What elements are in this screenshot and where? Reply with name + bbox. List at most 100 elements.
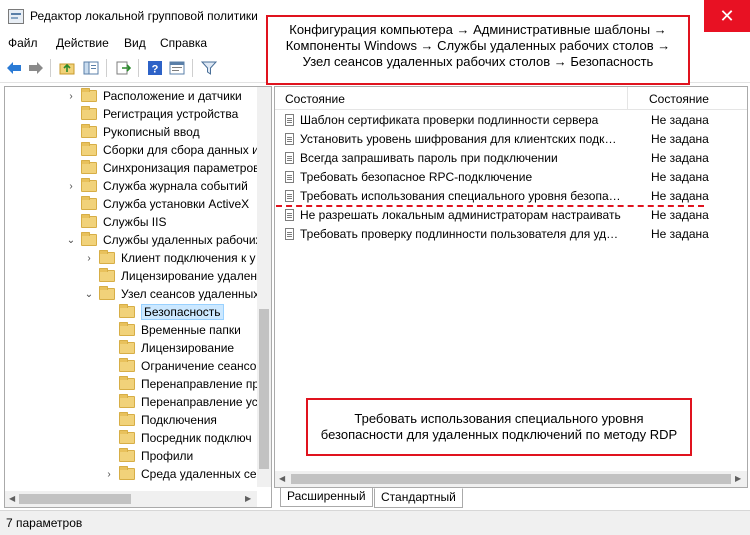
tree-item[interactable]: Службы IIS — [65, 213, 166, 231]
close-button[interactable]: ✕ — [704, 0, 750, 32]
scroll-right-arrow-icon[interactable]: ▶ — [245, 494, 251, 503]
folder-icon — [119, 376, 135, 390]
folder-icon — [81, 160, 97, 174]
scroll-right-arrow-icon[interactable]: ▶ — [735, 474, 741, 483]
folder-icon — [119, 358, 135, 372]
svg-text:?: ? — [152, 64, 159, 76]
tree-item[interactable]: Служба установки ActiveX — [65, 195, 249, 213]
setting-name: Установить уровень шифрования для клиент… — [300, 132, 622, 146]
scroll-left-arrow-icon[interactable]: ◀ — [9, 494, 15, 503]
tree-item[interactable]: › Среда удаленных се — [103, 465, 257, 483]
annotation-path-line: Конфигурация компьютера → Административн… — [289, 22, 667, 37]
list-horizontal-scroll-thumb[interactable] — [291, 474, 731, 484]
help-icon[interactable]: ? — [146, 59, 164, 77]
setting-name: Шаблон сертификата проверки подлинности … — [300, 113, 599, 127]
tree-item[interactable]: ⌄ Узел сеансов удаленных — [83, 285, 259, 303]
tree-item[interactable]: Ограничение сеансов — [103, 357, 263, 375]
filter-icon[interactable] — [200, 59, 218, 77]
tree-item-label: Временные папки — [141, 323, 241, 337]
folder-icon — [119, 448, 135, 462]
tree-item[interactable]: ⌄ Службы удаленных рабочих — [65, 231, 262, 249]
folder-icon — [119, 394, 135, 408]
tree-item-label: Посредник подключ — [141, 431, 252, 445]
show-hide-tree-icon[interactable] — [82, 59, 100, 77]
properties-icon[interactable] — [168, 59, 186, 77]
tree-item-label: Рукописный ввод — [103, 125, 200, 139]
column-divider[interactable] — [627, 87, 628, 109]
list-item[interactable]: Требовать использования специального уро… — [275, 187, 747, 206]
tree-item[interactable]: Сборки для сбора данных и — [65, 141, 259, 159]
annotation-desc-line: безопасности для удаленных подключений п… — [320, 427, 678, 442]
list-item[interactable]: Не разрешать локальным администраторам н… — [275, 206, 747, 225]
menu-file[interactable]: Файл — [8, 36, 38, 50]
menu-view[interactable]: Вид — [124, 36, 146, 50]
tree-item[interactable]: Лицензирование удален — [83, 267, 257, 285]
tree-item[interactable]: › Расположение и датчики — [65, 87, 242, 105]
tree-vertical-scroll-thumb[interactable] — [259, 309, 269, 469]
tree-item[interactable]: › Клиент подключения к у — [83, 249, 256, 267]
tree-item-label: Перенаправление пр — [141, 377, 260, 391]
tree-item[interactable]: Перенаправление ус — [103, 393, 258, 411]
menu-help[interactable]: Справка — [160, 36, 207, 50]
tree-item[interactable]: Временные папки — [103, 321, 241, 339]
tree-item-label: Лицензирование удален — [121, 269, 258, 283]
folder-icon — [81, 142, 97, 156]
tree-item-label: Подключения — [141, 413, 217, 427]
annotation-setting-description: Требовать использования специального уро… — [306, 398, 692, 456]
list-item[interactable]: Всегда запрашивать пароль при подключени… — [275, 149, 747, 168]
tree-item-selected[interactable]: Безопасность — [103, 303, 224, 321]
annotation-underline — [276, 205, 704, 207]
setting-state: Не задана — [651, 227, 709, 241]
chevron-down-icon[interactable]: ⌄ — [65, 235, 77, 246]
list-item[interactable]: Требовать проверку подлинности пользоват… — [275, 225, 747, 244]
policy-setting-icon — [285, 171, 294, 183]
tree-item[interactable]: Посредник подключ — [103, 429, 252, 447]
chevron-right-icon[interactable]: › — [83, 253, 95, 264]
folder-icon — [119, 466, 135, 480]
tab-standard[interactable]: Стандартный — [374, 488, 463, 508]
folder-icon — [81, 88, 97, 102]
chevron-right-icon[interactable]: › — [103, 469, 115, 480]
folder-icon — [119, 340, 135, 354]
tree-item[interactable]: Синхронизация параметров — [65, 159, 260, 177]
folder-icon — [119, 430, 135, 444]
tree-item[interactable]: Рукописный ввод — [65, 123, 200, 141]
toolbar-separator — [50, 59, 51, 77]
tree-item-label: Безопасность — [141, 304, 224, 320]
back-arrow-icon[interactable] — [5, 59, 23, 77]
tree-item[interactable]: › Служба журнала событий — [65, 177, 248, 195]
forward-arrow-icon[interactable] — [27, 59, 45, 77]
list-item[interactable]: Установить уровень шифрования для клиент… — [275, 130, 747, 149]
folder-icon — [119, 322, 135, 336]
column-header-setting[interactable]: Состояние — [285, 92, 345, 106]
tree-item[interactable]: Лицензирование — [103, 339, 234, 357]
navigation-tree[interactable]: › Расположение и датчики Регистрация устр… — [4, 86, 272, 508]
tree-horizontal-scroll-thumb[interactable] — [19, 494, 131, 504]
folder-icon — [119, 412, 135, 426]
list-item[interactable]: Шаблон сертификата проверки подлинности … — [275, 111, 747, 130]
tree-item[interactable]: Регистрация устройства — [65, 105, 238, 123]
menu-action[interactable]: Действие — [56, 36, 109, 50]
list-item[interactable]: Требовать безопасное RPC-подключение Не … — [275, 168, 747, 187]
tree-item-label: Перенаправление ус — [141, 395, 258, 409]
up-folder-icon[interactable] — [58, 59, 76, 77]
tree-item[interactable]: Подключения — [103, 411, 217, 429]
tree-item[interactable]: Профили — [103, 447, 193, 465]
tree-item[interactable]: Перенаправление пр — [103, 375, 259, 393]
annotation-desc-line: Требовать использования специального уро… — [354, 411, 644, 426]
setting-name: Всегда запрашивать пароль при подключени… — [300, 151, 558, 165]
folder-icon — [99, 268, 115, 282]
chevron-right-icon[interactable]: › — [65, 181, 77, 192]
folder-icon — [81, 214, 97, 228]
scroll-left-arrow-icon[interactable]: ◀ — [279, 474, 285, 483]
tab-extended[interactable]: Расширенный — [280, 488, 373, 507]
annotation-path-line: Компоненты Windows → Службы удаленных ра… — [285, 38, 671, 53]
export-list-icon[interactable] — [114, 59, 132, 77]
chevron-right-icon[interactable]: › — [65, 91, 77, 102]
policy-setting-icon — [285, 114, 294, 126]
folder-icon — [119, 304, 135, 318]
column-header-state[interactable]: Состояние — [649, 92, 709, 106]
setting-name: Требовать проверку подлинности пользоват… — [300, 227, 622, 241]
chevron-down-icon[interactable]: ⌄ — [83, 289, 95, 300]
annotation-path-line: Узел сеансов удаленных рабочих столов → … — [302, 54, 654, 69]
